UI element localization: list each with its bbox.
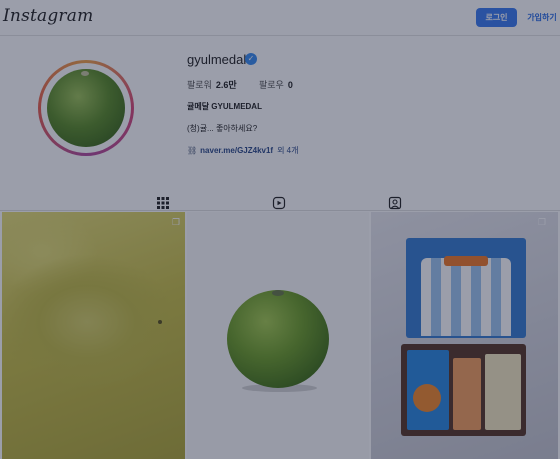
following-label: 팔로우: [259, 80, 284, 90]
post-image-item: [407, 350, 449, 430]
profile-link[interactable]: ⛓ naver.me/GJZ4kv1f 외 4개: [187, 145, 299, 156]
post-image-stem: [272, 290, 284, 296]
top-navigation-bar: Instagram 로그인 가입하기: [0, 0, 560, 36]
post-image-box-lid: [406, 238, 526, 338]
instagram-logo[interactable]: Instagram: [3, 6, 93, 26]
tagged-icon[interactable]: [388, 196, 402, 210]
post-tile[interactable]: [187, 212, 369, 459]
post-image-box-base: [401, 344, 526, 436]
post-image-detail: [158, 320, 162, 324]
post-image-item: [485, 354, 521, 430]
avatar-stem: [81, 71, 89, 76]
followers-count[interactable]: 팔로워 2.6만: [187, 78, 237, 91]
profile-avatar[interactable]: [38, 60, 134, 156]
profile-full-name: 귤메달 GYULMEDAL: [187, 102, 262, 111]
tabs-divider: [0, 210, 560, 211]
post-tile[interactable]: ❐: [2, 212, 185, 459]
followers-value: 2.6만: [215, 80, 237, 90]
reels-icon[interactable]: [272, 196, 286, 210]
post-image-jersey: [421, 258, 511, 336]
following-value: 0: [287, 80, 293, 90]
verified-badge-icon: ✓: [245, 53, 257, 65]
profile-link-more[interactable]: 외 4개: [277, 146, 298, 155]
multiple-posts-icon: ❐: [172, 217, 181, 227]
signup-button[interactable]: 가입하기: [525, 8, 559, 27]
following-count[interactable]: 팔로우 0: [259, 78, 293, 91]
grid-icon[interactable]: [156, 196, 170, 210]
multiple-posts-icon: ❐: [538, 217, 547, 227]
post-image-orange: [413, 384, 441, 412]
profile-username: gyulmedal: [187, 52, 247, 67]
link-icon: ⛓: [187, 146, 198, 155]
post-image-collar: [444, 256, 488, 266]
post-tile[interactable]: ❐: [371, 212, 558, 459]
posts-grid: ❐ ❐: [0, 212, 560, 459]
post-image-item: [453, 358, 481, 430]
post-image-fruit: [227, 290, 329, 388]
profile-link-url[interactable]: naver.me/GJZ4kv1f: [200, 146, 273, 155]
profile-bio: (청)귤... 좋아하세요?: [187, 124, 258, 133]
followers-label: 팔로워: [187, 80, 212, 90]
avatar-image: [47, 69, 125, 147]
login-button[interactable]: 로그인: [476, 8, 517, 27]
